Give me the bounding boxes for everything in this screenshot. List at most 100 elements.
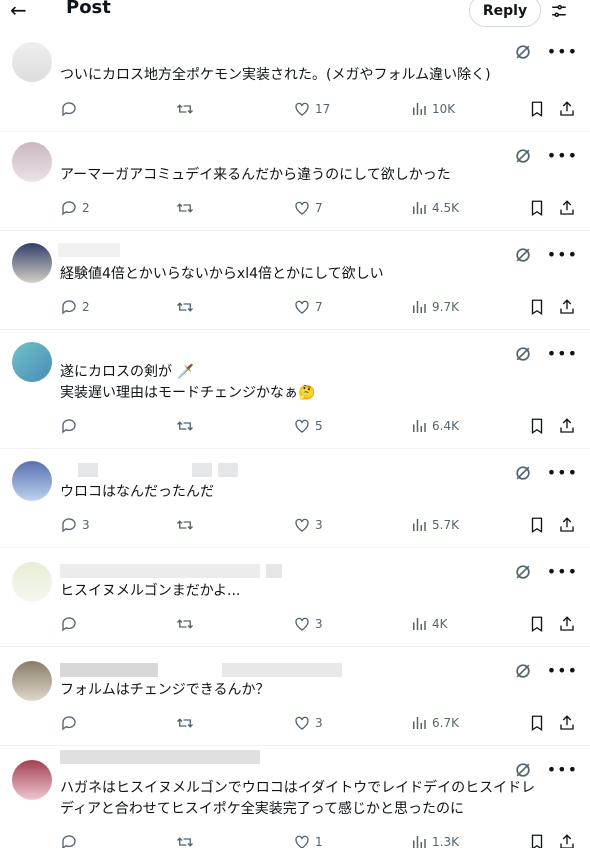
like-icon [295,300,309,314]
retweet-action[interactable] [176,199,194,217]
share-action[interactable] [558,417,576,435]
views-action[interactable]: 4.5K [410,199,459,217]
share-action[interactable] [558,516,576,534]
bookmark-action[interactable] [528,298,546,316]
grok-icon[interactable] [513,760,533,780]
retweet-action[interactable] [176,516,194,534]
views-count: 10K [432,102,456,116]
bookmark-action[interactable] [528,516,546,534]
avatar[interactable] [12,243,52,283]
bookmark-action[interactable] [528,417,546,435]
avatar[interactable] [12,142,52,182]
post-text: フォルムはチェンジできるんか？ [60,682,270,698]
avatar[interactable] [12,562,52,602]
views-count: 6.4K [432,419,459,433]
more-icon[interactable]: ••• [547,42,578,62]
reply-action[interactable]: 2 [60,298,90,316]
bookmark-action[interactable] [528,714,546,732]
reply-button[interactable]: Reply [469,0,541,27]
avatar[interactable] [12,661,52,701]
views-action[interactable]: 1.3K [410,833,459,848]
share-action[interactable] [558,714,576,732]
share-action[interactable] [558,615,576,633]
more-icon[interactable]: ••• [547,463,578,483]
views-action[interactable]: 6.7K [410,714,459,732]
grok-icon[interactable] [513,245,533,265]
reply-action[interactable] [60,615,82,633]
like-count: 5 [315,419,323,433]
reply-icon [62,102,76,117]
retweet-icon [177,837,193,847]
author-name[interactable] [60,750,260,764]
bookmark-action[interactable] [528,100,546,118]
avatar[interactable] [12,342,52,382]
top-bar: ← Post Reply [0,0,590,28]
author-name[interactable] [60,564,282,578]
reply-action[interactable]: 2 [60,199,90,217]
views-count: 4.5K [432,201,459,215]
more-icon[interactable]: ••• [547,562,578,582]
bookmark-action[interactable] [528,199,546,217]
reply-action[interactable]: 3 [60,516,90,534]
bookmark-action[interactable] [528,615,546,633]
like-action[interactable]: 17 [293,100,330,118]
share-action[interactable] [558,199,576,217]
views-count: 9.7K [432,300,459,314]
author-name[interactable] [58,243,120,257]
like-action[interactable]: 3 [293,516,323,534]
retweet-action[interactable] [176,417,194,435]
reply-action[interactable] [60,417,82,435]
more-icon[interactable]: ••• [547,760,578,780]
like-action[interactable]: 5 [293,417,323,435]
retweet-action[interactable] [176,833,194,848]
grok-icon[interactable] [513,146,533,166]
retweet-icon [177,520,193,530]
filter-icon[interactable] [550,2,568,20]
retweet-action[interactable] [176,100,194,118]
more-icon[interactable]: ••• [547,344,578,364]
share-action[interactable] [558,298,576,316]
more-icon[interactable]: ••• [547,661,578,681]
reply-action[interactable] [60,100,82,118]
grok-icon[interactable] [513,661,533,681]
grok-icon[interactable] [513,344,533,364]
share-icon [560,200,574,215]
grok-icon[interactable] [513,463,533,483]
more-icon[interactable]: ••• [547,245,578,265]
reply-action[interactable] [60,833,82,848]
views-action[interactable]: 10K [410,100,455,118]
views-action[interactable]: 6.4K [410,417,459,435]
retweet-icon [177,104,193,114]
reply-icon [62,617,76,632]
like-action[interactable]: 3 [293,615,323,633]
like-action[interactable]: 1 [293,833,323,848]
avatar[interactable] [12,760,52,800]
like-icon [295,102,309,116]
avatar[interactable] [12,461,52,501]
share-icon [560,834,574,848]
reply-action[interactable] [60,714,82,732]
share-action[interactable] [558,833,576,848]
grok-icon[interactable] [513,42,533,62]
action-bar: 2 7 9.7K [60,298,582,318]
like-action[interactable]: 7 [293,199,323,217]
views-action[interactable]: 4K [410,615,448,633]
back-arrow-icon[interactable]: ← [10,0,27,22]
like-action[interactable]: 7 [293,298,323,316]
views-action[interactable]: 9.7K [410,298,459,316]
avatar[interactable] [12,42,52,82]
views-action[interactable]: 5.7K [410,516,459,534]
bookmark-action[interactable] [528,833,546,848]
reply-icon [62,201,76,216]
retweet-action[interactable] [176,714,194,732]
grok-icon[interactable] [513,562,533,582]
like-action[interactable]: 3 [293,714,323,732]
like-count: 3 [315,617,323,631]
share-icon [560,101,574,116]
share-action[interactable] [558,100,576,118]
author-name[interactable] [78,463,238,477]
more-icon[interactable]: ••• [547,146,578,166]
author-name[interactable] [60,663,342,677]
retweet-action[interactable] [176,298,194,316]
retweet-action[interactable] [176,615,194,633]
